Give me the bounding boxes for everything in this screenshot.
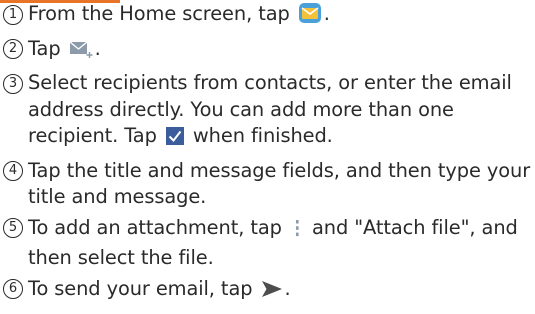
step-text-fragment: . — [94, 36, 101, 60]
step-number: 2 — [3, 39, 23, 59]
step-text-fragment: when finished. — [186, 124, 333, 147]
step-number: 4 — [3, 161, 23, 181]
step-4: 4 Tap the title and message fields, and t… — [3, 158, 531, 211]
step-text-fragment: From the Home screen, tap — [28, 2, 296, 25]
step-number: 5 — [3, 218, 23, 238]
step-text-fragment: To add an attachment, tap — [28, 215, 288, 239]
step-number: 6 — [3, 279, 23, 299]
checkmark-icon — [165, 126, 185, 154]
compose-email-icon — [69, 39, 93, 67]
instruction-steps: 1 From the Home screen, tap . 2 Tap . 3 Selec… — [3, 1, 531, 310]
step-text-fragment: To send your email, tap — [28, 276, 259, 300]
step-6: 6 To send your email, tap . — [3, 276, 531, 307]
step-text-fragment: Tap — [28, 36, 67, 60]
send-icon — [261, 279, 283, 307]
email-app-icon — [298, 2, 322, 32]
step-text: To send your email, tap . — [28, 276, 531, 307]
step-text: Tap the title and message fields, and th… — [28, 158, 531, 211]
step-2: 2 Tap . — [3, 36, 531, 67]
step-number: 1 — [3, 4, 23, 25]
step-text: Select recipients from contacts, or ente… — [28, 70, 531, 154]
step-1: 1 From the Home screen, tap . — [3, 1, 531, 32]
step-3: 3 Select recipients from contacts, or ent… — [3, 70, 531, 154]
step-number: 3 — [3, 73, 23, 94]
step-text: To add an attachment, tap and "Attach fi… — [28, 215, 531, 272]
step-5: 5 To add an attachment, tap and "Attach f… — [3, 215, 531, 272]
step-text-fragment: . — [323, 2, 330, 25]
more-options-icon — [290, 218, 304, 246]
step-text: Tap . — [28, 36, 531, 67]
step-text-fragment: Tap the title and message fields, and th… — [28, 158, 531, 209]
step-text: From the Home screen, tap . — [28, 1, 531, 32]
step-text-fragment: . — [284, 276, 291, 300]
